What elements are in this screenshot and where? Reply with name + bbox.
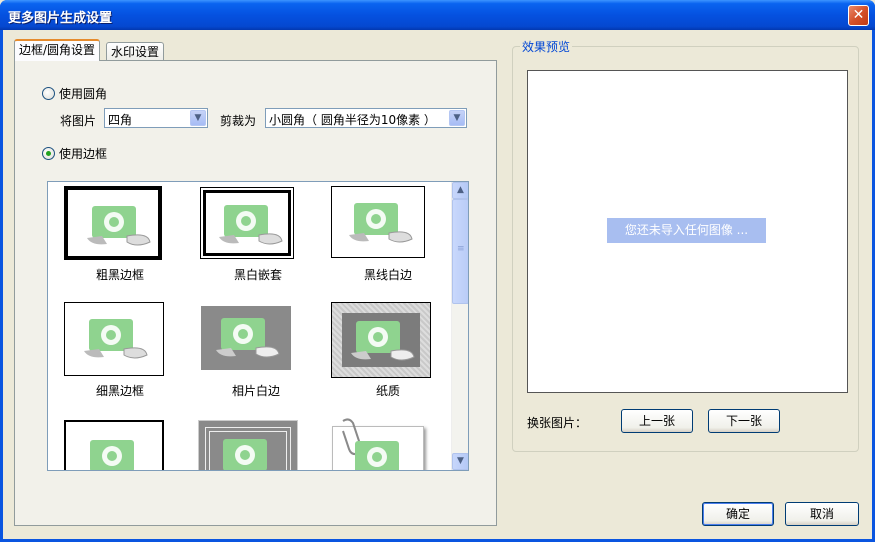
border-item-paper[interactable]: 纸质 (328, 300, 448, 410)
border-item-label: 黑线白边 (363, 268, 412, 282)
preview-empty-message: 您还未导入任何图像 ... (607, 218, 766, 243)
scroll-up-button[interactable]: ▲ (452, 182, 468, 199)
border-item-label: 相片白边 (231, 384, 280, 398)
use-border-option[interactable]: 使用边框 (42, 145, 107, 162)
ipod-image-icon (351, 321, 415, 361)
chevron-up-icon: ▲ (457, 185, 464, 195)
ipod-image-icon (355, 441, 399, 470)
prev-image-button[interactable]: 上一张 (621, 409, 693, 433)
ipod-image-icon (84, 319, 148, 359)
ipod-image-icon (90, 440, 134, 470)
ipod-image-icon (87, 206, 151, 246)
border-item-9[interactable] (330, 418, 450, 470)
ipod-image-icon (219, 205, 283, 245)
border-item-label: 细黑边框 (95, 384, 144, 398)
chevron-down-icon[interactable]: ▼ (449, 110, 465, 126)
chevron-down-icon: ▼ (457, 456, 464, 466)
border-item-label: 纸质 (375, 384, 400, 398)
window-title: 更多图片生成设置 (8, 11, 113, 26)
crop-select-value: 小圆角（ 圆角半径为10像素 ） (269, 113, 436, 127)
crop-label: 剪裁为 (220, 114, 257, 128)
close-icon: ✕ (852, 7, 865, 23)
chevron-down-icon[interactable]: ▼ (190, 110, 206, 126)
crop-select[interactable]: 小圆角（ 圆角半径为10像素 ） ▼ (265, 108, 467, 128)
next-image-button[interactable]: 下一张 (708, 409, 780, 433)
title-bar[interactable]: 更多图片生成设置 ✕ (0, 0, 875, 30)
scroll-down-button[interactable]: ▼ (452, 453, 468, 470)
image-label: 将图片 (60, 114, 97, 128)
preview-group-title: 效果预览 (520, 38, 573, 55)
border-radio[interactable] (42, 147, 55, 160)
tab-border-corner[interactable]: 边框/圆角设置 (14, 39, 101, 61)
dialog-window: 更多图片生成设置 ✕ 边框/圆角设置 水印设置 使用圆角 将图片 四角 ▼ 剪裁… (0, 0, 875, 542)
corner-select-value: 四角 (108, 113, 133, 127)
round-corner-label: 使用圆角 (59, 87, 108, 101)
border-item-label: 黑白嵌套 (233, 268, 282, 282)
round-corner-radio[interactable] (42, 87, 55, 100)
border-label: 使用边框 (59, 147, 108, 161)
list-scrollbar[interactable]: ▲ ▼ (451, 182, 468, 470)
border-item-photo-white[interactable]: 相片白边 (196, 300, 316, 410)
ipod-image-icon (223, 439, 267, 470)
switch-image-label: 换张图片： (527, 416, 588, 430)
tab-watermark[interactable]: 水印设置 (106, 42, 165, 62)
close-button[interactable]: ✕ (848, 5, 869, 26)
scroll-thumb[interactable] (452, 199, 468, 304)
corner-select[interactable]: 四角 ▼ (104, 108, 208, 128)
ipod-image-icon (349, 203, 413, 243)
dialog-client-area: 边框/圆角设置 水印设置 使用圆角 将图片 四角 ▼ 剪裁为 小圆角（ 圆角半径… (3, 30, 872, 539)
use-round-corner-option[interactable]: 使用圆角 (42, 85, 107, 102)
border-item-label: 粗黑边框 (95, 268, 144, 282)
border-item-thin-black[interactable]: 细黑边框 (60, 300, 180, 410)
ok-button[interactable]: 确定 (702, 502, 774, 526)
border-item-black-line-white[interactable]: 黑线白边 (328, 184, 448, 294)
border-style-list[interactable]: 粗黑边框 黑白嵌套 黑线白边 细黑边框 相片白边 纸质 ▲ ≡ ▼ (47, 181, 469, 471)
ipod-image-icon (216, 318, 280, 358)
border-item-7[interactable] (60, 418, 180, 470)
border-item-black-white-nested[interactable]: 黑白嵌套 (198, 184, 318, 294)
border-item-8[interactable] (196, 418, 316, 470)
border-item-thick-black[interactable]: 粗黑边框 (60, 184, 180, 294)
cancel-button[interactable]: 取消 (785, 502, 859, 526)
